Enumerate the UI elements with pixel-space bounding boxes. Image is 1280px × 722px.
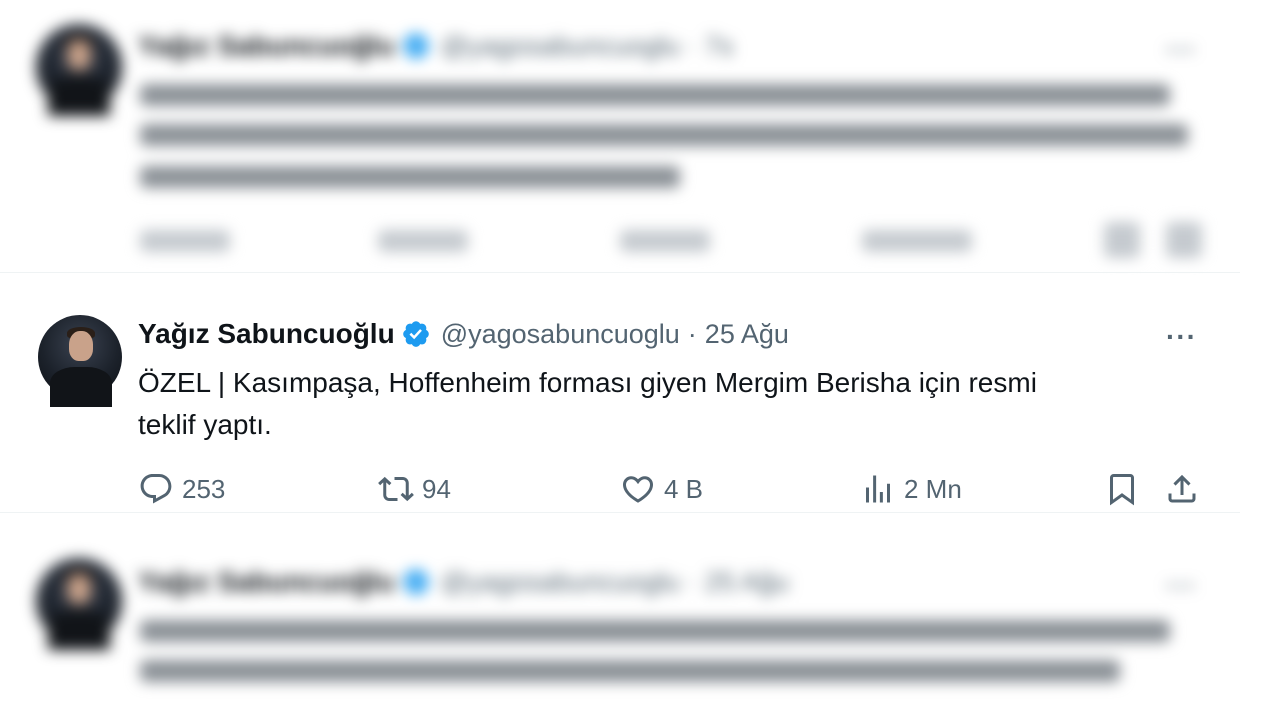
views-icon — [866, 475, 890, 503]
blurred-action — [1166, 222, 1202, 258]
bookmark-icon — [1110, 474, 1134, 506]
avatar[interactable] — [36, 24, 122, 116]
retweet-button[interactable]: 94 — [378, 471, 451, 507]
author-handle[interactable]: @yagosabuncuoglu — [441, 567, 680, 598]
author-handle[interactable]: @yagosabuncuoglu — [441, 31, 680, 62]
previous-tweet[interactable]: Yağız Sabuncuoğlu @yagosabuncuoglu · 7s … — [0, 0, 1280, 272]
blurred-action — [862, 230, 972, 252]
share-button[interactable] — [1164, 471, 1200, 507]
tweet-date[interactable]: 7s — [705, 31, 734, 62]
author-handle[interactable]: @yagosabuncuoglu — [441, 319, 680, 350]
tweet-text-line-2: teklif yaptı. — [138, 409, 272, 440]
more-icon[interactable]: ··· — [1166, 34, 1197, 66]
tweet-divider — [0, 512, 1240, 513]
blurred-action — [1104, 222, 1140, 258]
share-icon — [1168, 474, 1196, 503]
blurred-text-line — [140, 660, 1120, 682]
more-icon[interactable]: ··· — [1166, 570, 1197, 602]
avatar-body — [48, 76, 110, 116]
avatar-body — [50, 367, 112, 407]
tweet-text-line-1: ÖZEL | Kasımpaşa, Hoffenheim forması giy… — [138, 367, 1037, 398]
blurred-action — [140, 230, 230, 252]
reply-button[interactable]: 253 — [138, 471, 225, 507]
retweet-icon — [378, 476, 414, 502]
separator-dot: · — [687, 566, 697, 597]
tweet-date[interactable]: 25 Ağu — [705, 319, 789, 350]
avatar[interactable] — [38, 315, 122, 407]
verified-badge-icon — [402, 321, 429, 347]
bookmark-button[interactable] — [1104, 471, 1140, 507]
like-count: 4 B — [664, 473, 704, 504]
avatar-body — [48, 610, 110, 650]
reply-count: 253 — [182, 473, 226, 504]
avatar[interactable] — [36, 558, 122, 650]
author-name[interactable]: Yağız Sabuncuoğlu — [138, 30, 395, 62]
more-icon[interactable]: ··· — [1166, 321, 1197, 353]
avatar-head — [69, 331, 93, 361]
author-name[interactable]: Yağız Sabuncuoğlu — [138, 318, 395, 350]
blurred-action — [378, 230, 468, 252]
next-tweet[interactable]: Yağız Sabuncuoğlu @yagosabuncuoglu · 25 … — [0, 530, 1280, 722]
views-button[interactable]: 2 Mn — [860, 471, 962, 507]
reply-icon — [140, 474, 172, 504]
like-button[interactable]: 4 B — [620, 471, 703, 507]
blurred-text-line — [140, 620, 1170, 642]
tweet-date[interactable]: 25 Ağu — [705, 567, 789, 598]
tweet-card[interactable]: Yağız Sabuncuoğlu @yagosabuncuoglu · 25 … — [0, 273, 1280, 513]
blurred-text-line — [140, 84, 1170, 106]
blurred-action — [620, 230, 710, 252]
retweet-count: 94 — [422, 473, 451, 504]
avatar-head — [67, 40, 91, 70]
tweet-header: Yağız Sabuncuoğlu @yagosabuncuoglu · 25 … — [138, 318, 789, 350]
views-count: 2 Mn — [904, 473, 962, 504]
author-name[interactable]: Yağız Sabuncuoğlu — [138, 566, 395, 598]
like-icon — [622, 476, 654, 503]
verified-badge-icon — [402, 33, 429, 59]
tweet-header: Yağız Sabuncuoğlu @yagosabuncuoglu · 7s — [138, 30, 733, 62]
blurred-text-line — [140, 124, 1188, 146]
avatar-head — [67, 574, 91, 604]
separator-dot: · — [687, 318, 697, 349]
separator-dot: · — [687, 30, 697, 61]
blurred-text-line — [140, 166, 680, 188]
verified-badge-icon — [402, 569, 429, 595]
tweet-header: Yağız Sabuncuoğlu @yagosabuncuoglu · 25 … — [138, 566, 789, 598]
